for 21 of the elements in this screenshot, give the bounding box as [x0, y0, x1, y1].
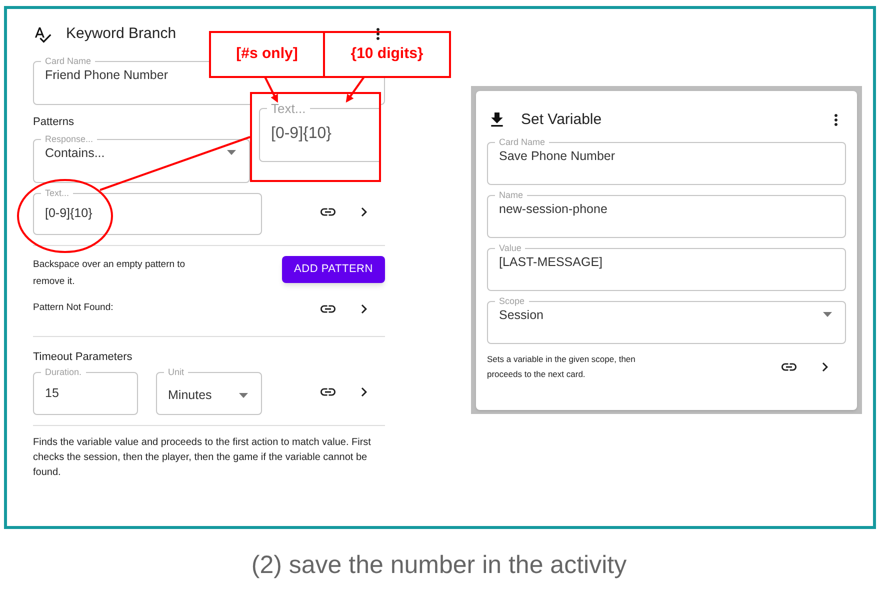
text-field[interactable]: Name new-session-phone: [487, 190, 846, 238]
section-heading: Patterns: [33, 115, 75, 130]
card-title: Set Variable: [521, 110, 602, 130]
response-select[interactable]: Response... Contains...: [33, 134, 250, 182]
section-heading: Timeout Parameters: [33, 350, 134, 364]
unit-select[interactable]: Unit Minutes: [156, 368, 262, 415]
duration-field[interactable]: Duration. 15: [33, 368, 138, 415]
annotation-tooltip: {10 digits}: [323, 31, 451, 78]
pattern-hint: Backspace over an empty pattern to remove it.: [33, 258, 186, 288]
scope-select[interactable]: Scope Session: [487, 296, 846, 344]
zoomed-text-field[interactable]: Text... [0-9]{10}: [259, 102, 379, 162]
card-description: Sets a variable in the given scope, then proceeds to the next card.: [487, 352, 636, 381]
pattern-text-field[interactable]: Text... [0-9]{10}: [33, 188, 262, 234]
add-pattern-button[interactable]: ADD PATTERN: [282, 256, 385, 282]
card-title: Keyword Branch: [66, 24, 176, 44]
text-field[interactable]: Value [LAST-MESSAGE]: [487, 244, 846, 290]
pattern-not-found-label: Pattern Not Found:: [33, 301, 114, 316]
annotation-tooltip: [#s only]: [209, 31, 325, 78]
figure-caption: (2) save the number in the activity: [251, 550, 627, 581]
text-field[interactable]: Card Name Save Phone Number: [487, 138, 846, 184]
card-description: Finds the variable value and proceeds to the first action to match value. First checks the session, then the player, then the game if the variable cannot be found.: [33, 436, 372, 480]
